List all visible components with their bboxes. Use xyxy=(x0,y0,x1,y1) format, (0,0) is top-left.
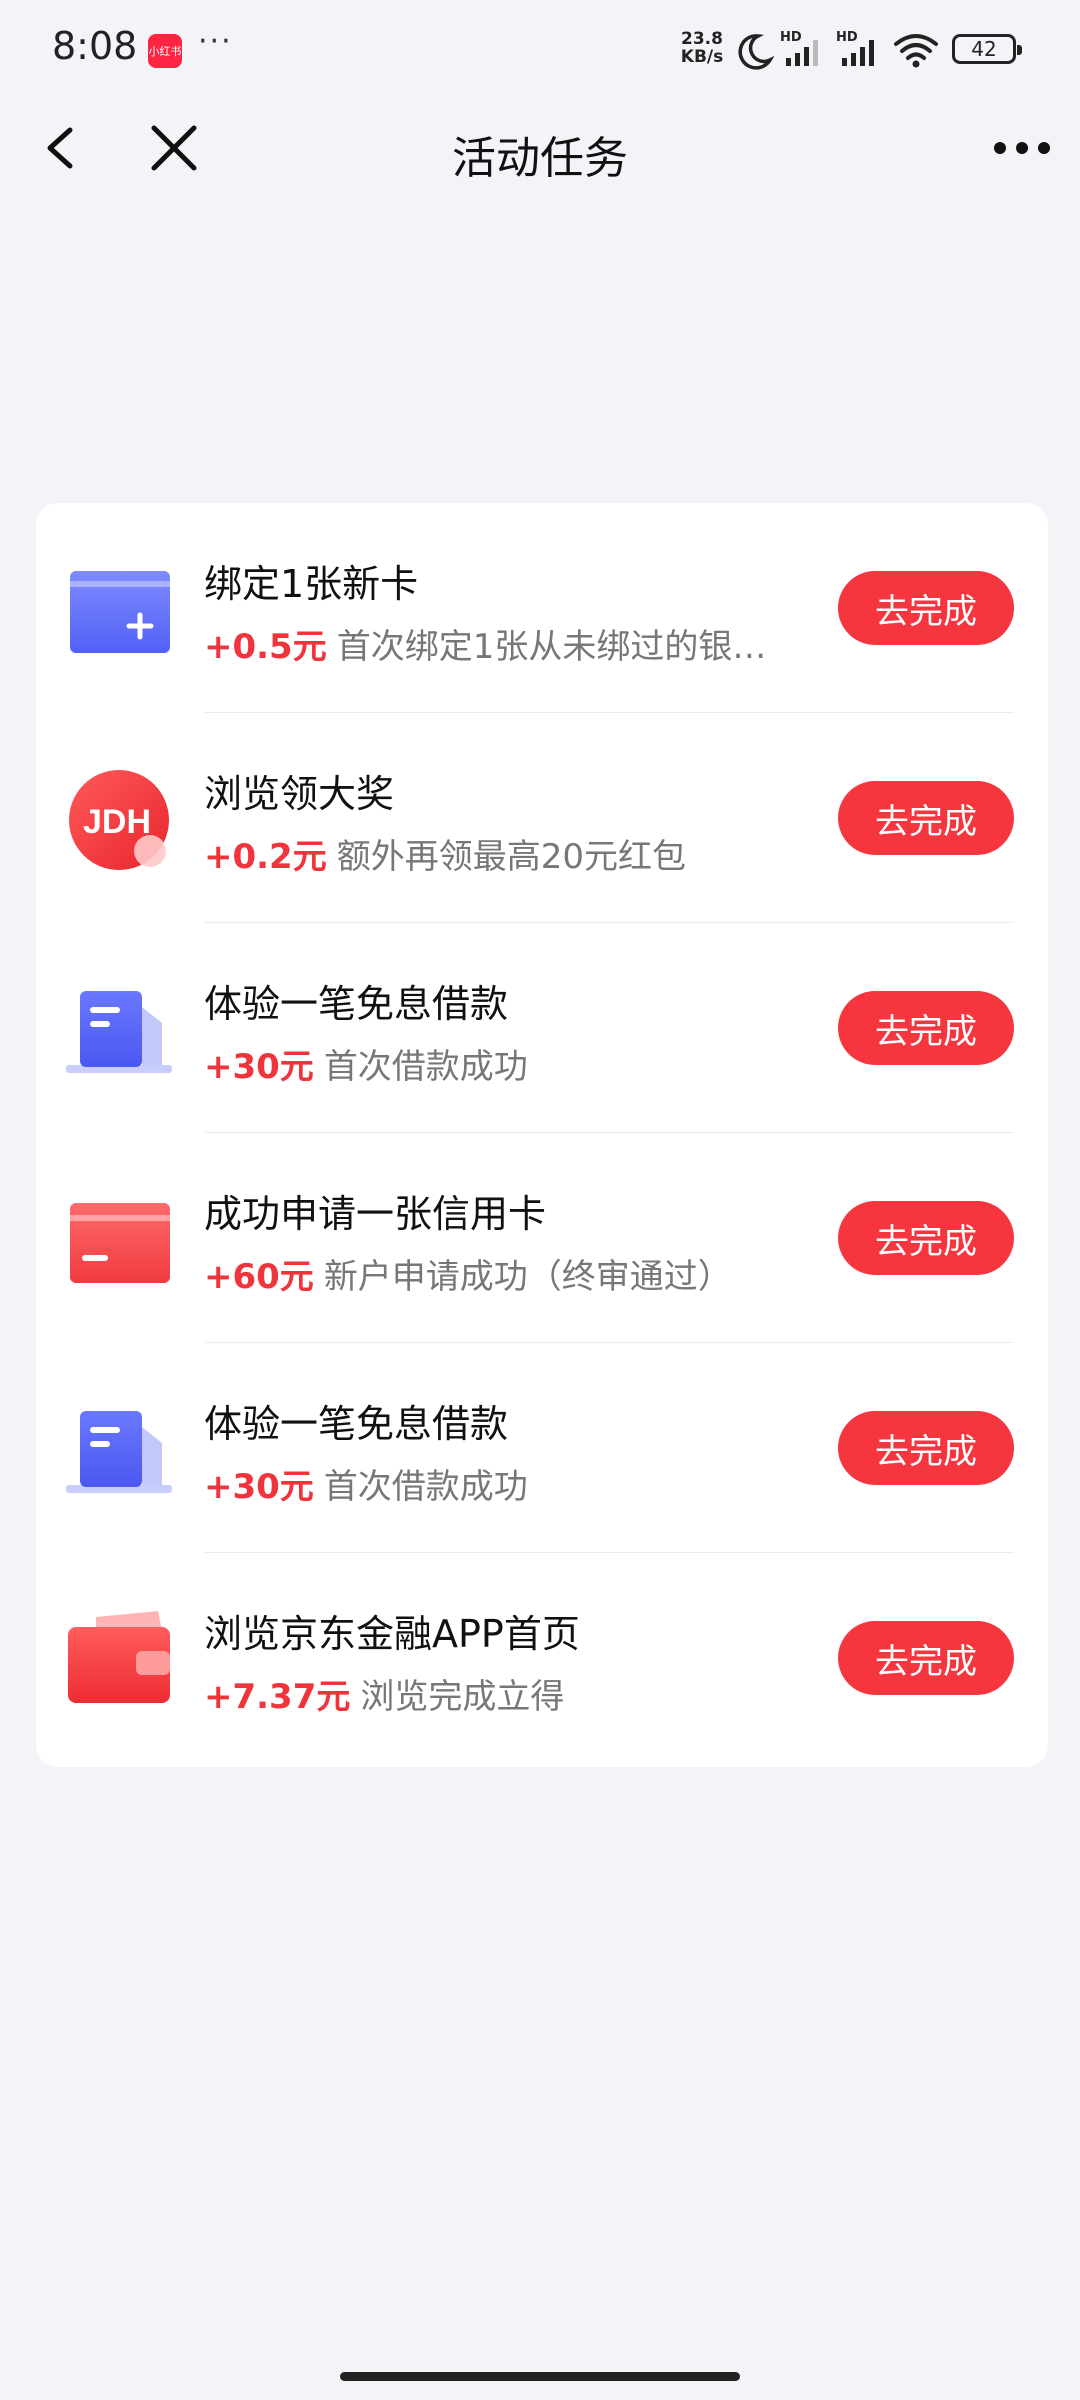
complete-task-button[interactable]: 去完成 xyxy=(838,781,1014,855)
battery-icon: 42 xyxy=(952,34,1022,64)
complete-task-button[interactable]: 去完成 xyxy=(838,1201,1014,1275)
home-indicator[interactable] xyxy=(340,2372,740,2381)
task-reward: +7.37元 xyxy=(204,1677,351,1717)
task-title: 体验一笔免息借款 xyxy=(204,982,509,1026)
task-row: 体验一笔免息借款 +30元 首次借款成功 去完成 xyxy=(36,1343,1048,1553)
task-reward: +60元 xyxy=(204,1257,314,1297)
task-list-card: 绑定1张新卡 +0.5元 首次绑定1张从未绑过的银… 去完成 JDH 浏览领大奖 … xyxy=(36,503,1048,1767)
notification-overflow-icon: ··· xyxy=(198,24,233,59)
task-title: 浏览领大奖 xyxy=(204,772,395,816)
cellular-signal-2-icon: HD xyxy=(836,30,882,70)
credit-card-icon xyxy=(70,1203,170,1283)
xiaohongshu-app-icon: 小红书 xyxy=(148,34,182,68)
task-desc: +0.5元 首次绑定1张从未绑过的银… xyxy=(204,619,804,668)
task-desc-text: 首次绑定1张从未绑过的银… xyxy=(336,627,767,667)
page-title: 活动任务 xyxy=(452,133,628,184)
task-reward: +30元 xyxy=(204,1047,314,1087)
task-reward: +0.5元 xyxy=(204,627,327,667)
task-title: 体验一笔免息借款 xyxy=(204,1402,509,1446)
cellular-signal-1-icon: HD xyxy=(780,30,826,70)
document-loan-icon xyxy=(66,1411,172,1493)
wallet-icon xyxy=(68,1611,170,1703)
svg-text:JDH: JDH xyxy=(83,803,151,841)
task-reward: +0.2元 xyxy=(204,837,327,877)
nav-bar: 活动任务 xyxy=(0,100,1080,196)
task-desc: +0.2元 额外再领最高20元红包 xyxy=(204,829,804,878)
wifi-icon xyxy=(894,34,938,68)
task-desc: +60元 新户申请成功（终审通过） xyxy=(204,1249,804,1298)
task-title: 浏览京东金融APP首页 xyxy=(204,1612,580,1656)
task-row: JDH 浏览领大奖 +0.2元 额外再领最高20元红包 去完成 xyxy=(36,713,1048,923)
status-bar: 8:08 小红书 ··· 23.8 KB/s HD HD 42 xyxy=(0,0,1080,100)
task-desc: +30元 首次借款成功 xyxy=(204,1039,804,1088)
document-loan-icon xyxy=(66,991,172,1073)
task-title: 绑定1张新卡 xyxy=(204,562,419,606)
task-desc-text: 首次借款成功 xyxy=(323,1467,528,1507)
complete-task-button[interactable]: 去完成 xyxy=(838,1411,1014,1485)
task-desc-text: 新户申请成功（终审通过） xyxy=(323,1257,732,1297)
task-title: 成功申请一张信用卡 xyxy=(204,1192,547,1236)
jdh-logo-icon: JDH xyxy=(69,770,169,870)
network-speed-value: 23.8 xyxy=(681,29,723,49)
task-desc-text: 额外再领最高20元红包 xyxy=(336,837,686,877)
do-not-disturb-moon-icon xyxy=(738,34,774,70)
task-desc: +7.37元 浏览完成立得 xyxy=(204,1669,804,1718)
task-desc: +30元 首次借款成功 xyxy=(204,1459,804,1508)
task-reward: +30元 xyxy=(204,1467,314,1507)
network-speed-unit: KB/s xyxy=(680,47,724,67)
task-row: 体验一笔免息借款 +30元 首次借款成功 去完成 xyxy=(36,923,1048,1133)
task-row: 成功申请一张信用卡 +60元 新户申请成功（终审通过） 去完成 xyxy=(36,1133,1048,1343)
bank-card-add-icon xyxy=(70,571,170,653)
status-time: 8:08 xyxy=(52,24,138,68)
task-desc-text: 浏览完成立得 xyxy=(360,1677,565,1717)
more-options-icon[interactable] xyxy=(990,128,1054,168)
task-row: 浏览京东金融APP首页 +7.37元 浏览完成立得 去完成 xyxy=(36,1553,1048,1763)
task-row: 绑定1张新卡 +0.5元 首次绑定1张从未绑过的银… 去完成 xyxy=(36,503,1048,713)
complete-task-button[interactable]: 去完成 xyxy=(838,991,1014,1065)
network-speed: 23.8 KB/s xyxy=(676,30,728,66)
task-desc-text: 首次借款成功 xyxy=(323,1047,528,1087)
complete-task-button[interactable]: 去完成 xyxy=(838,571,1014,645)
complete-task-button[interactable]: 去完成 xyxy=(838,1621,1014,1695)
